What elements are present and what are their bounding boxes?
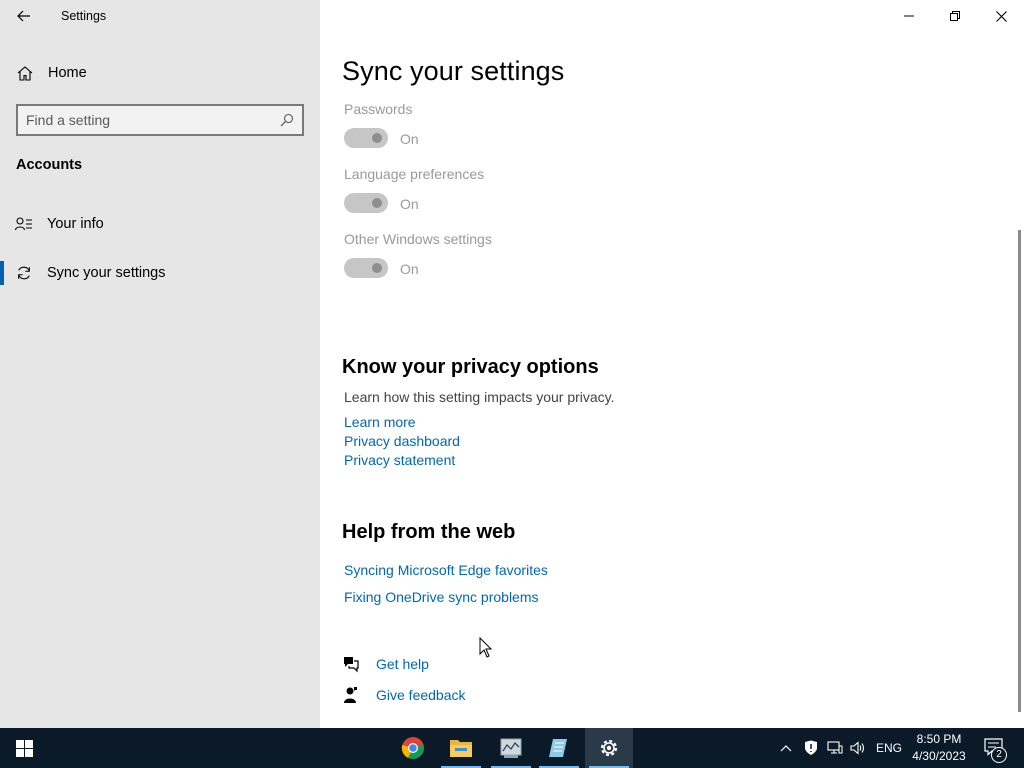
chrome-icon (401, 737, 424, 759)
taskbar-settings[interactable] (585, 728, 633, 768)
app-icon (500, 738, 522, 758)
content-pane: Sync your settings Passwords On Language… (320, 0, 1024, 728)
search-input[interactable] (26, 111, 276, 129)
clock[interactable]: 8:50 PM 4/30/2023 (904, 731, 974, 765)
restore-icon (950, 11, 960, 21)
navigation-pane: Settings Home Accounts Your info Sync yo… (0, 0, 320, 728)
mouse-cursor-icon (479, 637, 493, 658)
section-title: Accounts (16, 157, 83, 173)
taskbar-chrome[interactable] (389, 728, 437, 768)
sync-icon (18, 266, 30, 280)
file-explorer-icon (450, 740, 472, 757)
learn-more-link[interactable]: Learn more (344, 414, 416, 430)
back-arrow-icon (17, 10, 30, 22)
give-feedback-label: Give feedback (376, 687, 466, 703)
network-tray-button[interactable] (826, 738, 844, 758)
shield-warning-icon (805, 740, 817, 755)
restore-button[interactable] (932, 0, 978, 32)
start-button[interactable] (0, 728, 48, 768)
minimize-button[interactable] (886, 0, 932, 32)
security-tray-button[interactable] (802, 738, 820, 758)
chat-help-icon (344, 657, 359, 673)
language-preferences-toggle[interactable] (344, 193, 388, 213)
taskbar: ENG 8:50 PM 4/30/2023 2 (0, 728, 1024, 768)
toggle-state-label: On (400, 131, 419, 147)
volume-tray-button[interactable] (849, 738, 867, 758)
toggle-knob (372, 198, 382, 208)
person-card-icon (15, 217, 32, 231)
show-hidden-icons-button[interactable] (778, 738, 794, 758)
privacy-statement-link[interactable]: Privacy statement (344, 452, 455, 468)
settings-gear-icon (600, 739, 618, 757)
taskbar-notepad[interactable] (535, 728, 583, 768)
sidebar-item-sync-your-settings[interactable]: Sync your settings (0, 253, 320, 293)
network-icon (827, 741, 843, 754)
get-help-label: Get help (376, 656, 429, 672)
minimize-icon (904, 15, 914, 17)
taskbar-app[interactable] (487, 728, 535, 768)
close-icon (995, 10, 1007, 22)
home-icon (17, 66, 33, 81)
onedrive-sync-link[interactable]: Fixing OneDrive sync problems (344, 589, 539, 605)
chevron-up-icon (780, 745, 792, 752)
sidebar-item-label: Your info (47, 216, 104, 232)
clock-time: 8:50 PM (916, 732, 962, 746)
setting-label-passwords: Passwords (344, 101, 413, 117)
notification-count-badge: 2 (991, 747, 1007, 763)
get-help-link[interactable]: Get help (342, 654, 542, 676)
edge-favorites-link[interactable]: Syncing Microsoft Edge favorites (344, 562, 548, 578)
scrollbar[interactable] (1018, 230, 1021, 712)
toggle-state-label: On (400, 261, 419, 277)
toggle-state-label: On (400, 196, 419, 212)
sidebar-item-your-info[interactable]: Your info (0, 204, 320, 244)
toggle-knob (372, 133, 382, 143)
toggle-knob (372, 263, 382, 273)
setting-label-other-windows-settings: Other Windows settings (344, 231, 492, 247)
page-title: Sync your settings (342, 56, 565, 86)
app-title: Settings (61, 9, 107, 23)
search-icon[interactable] (280, 113, 294, 127)
privacy-dashboard-link[interactable]: Privacy dashboard (344, 433, 460, 449)
passwords-toggle[interactable] (344, 128, 388, 148)
taskbar-file-explorer[interactable] (437, 728, 485, 768)
language-indicator[interactable]: ENG (876, 741, 902, 755)
privacy-description: Learn how this setting impacts your priv… (344, 389, 615, 405)
clock-date: 4/30/2023 (912, 749, 966, 763)
close-button[interactable] (978, 0, 1024, 32)
speaker-icon (850, 741, 865, 755)
feedback-icon (344, 687, 357, 703)
privacy-heading: Know your privacy options (342, 356, 599, 378)
notepad-icon (549, 739, 567, 757)
other-windows-settings-toggle[interactable] (344, 258, 388, 278)
give-feedback-link[interactable]: Give feedback (342, 685, 542, 707)
search-box[interactable] (16, 104, 304, 136)
sidebar-item-label: Sync your settings (47, 265, 166, 281)
setting-label-language-preferences: Language preferences (344, 166, 485, 182)
sidebar-item-label: Home (48, 65, 87, 81)
sidebar-item-home[interactable]: Home (0, 58, 320, 88)
back-button[interactable] (10, 4, 38, 28)
title-bar-left: Settings (0, 0, 320, 32)
windows-logo-icon (15, 739, 33, 757)
help-heading: Help from the web (342, 521, 516, 543)
